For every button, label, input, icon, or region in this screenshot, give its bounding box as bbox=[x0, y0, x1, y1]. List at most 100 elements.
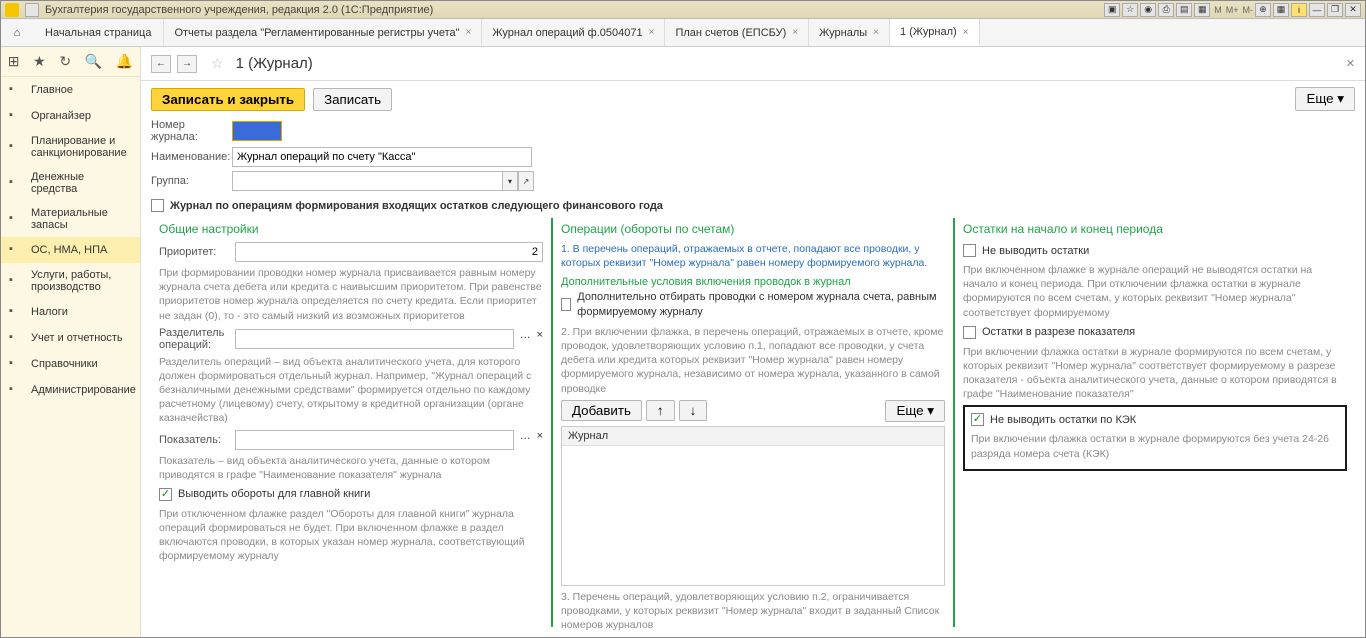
tab[interactable]: Отчеты раздела "Регламентированные регис… bbox=[164, 19, 482, 46]
sidebar-item[interactable]: ▪Учет и отчетность bbox=[1, 325, 140, 351]
back-button[interactable]: ← bbox=[151, 55, 171, 73]
close-page-icon[interactable]: ✕ bbox=[1346, 57, 1355, 70]
separator-help: Разделитель операций – вид объекта анали… bbox=[159, 355, 543, 426]
mainbook-checkbox[interactable] bbox=[159, 488, 172, 501]
separator-input[interactable] bbox=[235, 329, 514, 349]
window-title: Бухгалтерия государственного учреждения,… bbox=[45, 4, 433, 16]
ops-sub-heading: Дополнительные условия включения проводо… bbox=[561, 276, 945, 288]
balances-by-indicator-checkbox[interactable] bbox=[963, 326, 976, 339]
toolbar-btn[interactable]: ⎙ bbox=[1158, 3, 1174, 17]
move-down-button[interactable]: ↓ bbox=[679, 400, 708, 421]
tab-close-icon[interactable]: × bbox=[873, 27, 879, 38]
general-heading: Общие настройки bbox=[159, 222, 543, 236]
indicator-input[interactable] bbox=[235, 430, 514, 450]
tools-icon[interactable]: ▦ bbox=[1273, 3, 1289, 17]
toolbar-btn[interactable]: ▤ bbox=[1176, 3, 1192, 17]
tab-close-icon[interactable]: × bbox=[649, 27, 655, 38]
bell-icon[interactable]: 🔔 bbox=[116, 53, 133, 70]
star-icon[interactable]: ★ bbox=[33, 53, 46, 70]
forward-button[interactable]: → bbox=[177, 55, 197, 73]
apps-icon[interactable]: ⊞ bbox=[8, 53, 20, 70]
tab-close-icon[interactable]: × bbox=[792, 27, 798, 38]
section-icon: ▪ bbox=[9, 140, 23, 154]
start-page-tab[interactable]: Начальная страница bbox=[33, 19, 164, 46]
group-dropdown-icon[interactable]: ▾ bbox=[502, 171, 518, 191]
zoom-in-icon[interactable]: ⊕ bbox=[1255, 3, 1271, 17]
tab[interactable]: Журналы× bbox=[809, 19, 890, 46]
move-up-button[interactable]: ↑ bbox=[646, 400, 675, 421]
toolbar-btn[interactable]: ☆ bbox=[1122, 3, 1138, 17]
sidebar-item[interactable]: ▪Главное bbox=[1, 77, 140, 103]
sidebar-toolbar: ⊞ ★ ↻ 🔍 🔔 bbox=[1, 47, 140, 77]
ops-p2: 2. При включении флажка, в перечень опер… bbox=[561, 325, 945, 396]
mainbook-help: При отключенном флажке раздел "Обороты д… bbox=[159, 507, 543, 564]
sidebar-item[interactable]: ▪Органайзер bbox=[1, 103, 140, 129]
more-button[interactable]: Еще ▾ bbox=[1295, 87, 1355, 111]
separator-select-icon[interactable]: … bbox=[520, 329, 531, 349]
section-icon: ▪ bbox=[9, 243, 23, 257]
sidebar-item[interactable]: ▪Администрирование bbox=[1, 377, 140, 403]
number-label: Номер журнала: bbox=[151, 119, 226, 143]
sidebar-item[interactable]: ▪Материальные запасы bbox=[1, 201, 140, 237]
minimize-icon[interactable]: — bbox=[1309, 3, 1325, 17]
col-operations: Операции (обороты по счетам) 1. В перече… bbox=[551, 218, 953, 627]
os-titlebar: Бухгалтерия государственного учреждения,… bbox=[1, 1, 1365, 19]
sidebar-item[interactable]: ▪ОС, НМА, НПА bbox=[1, 237, 140, 263]
toolbar-btn[interactable]: ▣ bbox=[1104, 3, 1120, 17]
save-close-button[interactable]: Записать и закрыть bbox=[151, 88, 305, 111]
tab[interactable]: План счетов (ЕПСБУ)× bbox=[665, 19, 809, 46]
section-icon: ▪ bbox=[9, 331, 23, 345]
indicator-help: Показатель – вид объекта аналитического … bbox=[159, 454, 543, 482]
search-icon[interactable]: 🔍 bbox=[85, 53, 102, 70]
journal-number-input[interactable] bbox=[232, 121, 282, 141]
close-icon[interactable]: ✕ bbox=[1345, 3, 1361, 17]
priority-input[interactable] bbox=[235, 242, 543, 262]
m-minus-btn[interactable]: M- bbox=[1243, 5, 1254, 15]
add-button[interactable]: Добавить bbox=[561, 400, 642, 421]
list-more-button[interactable]: Еще ▾ bbox=[885, 400, 945, 422]
group-input[interactable] bbox=[232, 171, 502, 191]
extra-filter-checkbox[interactable] bbox=[561, 298, 571, 311]
save-button[interactable]: Записать bbox=[313, 88, 392, 111]
no-balances-checkbox[interactable] bbox=[963, 244, 976, 257]
tab-close-icon[interactable]: × bbox=[466, 27, 472, 38]
maximize-icon[interactable]: ❐ bbox=[1327, 3, 1343, 17]
favorite-icon[interactable]: ☆ bbox=[211, 55, 224, 72]
tab-close-icon[interactable]: × bbox=[963, 27, 969, 38]
menu-icon[interactable] bbox=[25, 3, 39, 17]
group-open-icon[interactable]: ↗ bbox=[518, 171, 534, 191]
sidebar-item[interactable]: ▪Услуги, работы, производство bbox=[1, 263, 140, 299]
sidebar-item[interactable]: ▪Налоги bbox=[1, 299, 140, 325]
year-journal-checkbox[interactable] bbox=[151, 199, 164, 212]
list-header: Журнал bbox=[562, 427, 944, 446]
ops-p3: 3. Перечень операций, удовлетворяющих ус… bbox=[561, 590, 945, 633]
section-icon: ▪ bbox=[9, 305, 23, 319]
section-icon: ▪ bbox=[9, 176, 23, 190]
no-kek-checkbox[interactable] bbox=[971, 413, 984, 426]
m-plus-btn[interactable]: M+ bbox=[1226, 5, 1239, 15]
journal-name-input[interactable] bbox=[232, 147, 532, 167]
indicator-select-icon[interactable]: … bbox=[520, 430, 531, 450]
section-icon: ▪ bbox=[9, 383, 23, 397]
indicator-clear-icon[interactable]: × bbox=[537, 430, 543, 450]
page-title: 1 (Журнал) bbox=[236, 55, 313, 72]
sidebar-item[interactable]: ▪Справочники bbox=[1, 351, 140, 377]
section-icon: ▪ bbox=[9, 357, 23, 371]
balances-by-indicator-label: Остатки в разрезе показателя bbox=[982, 326, 1135, 338]
history-icon[interactable]: ↻ bbox=[59, 53, 71, 70]
m-btn[interactable]: M bbox=[1214, 5, 1222, 15]
toolbar-btn[interactable]: ▦ bbox=[1194, 3, 1210, 17]
home-icon[interactable]: ⌂ bbox=[1, 19, 33, 46]
sidebar-item[interactable]: ▪Денежные средства bbox=[1, 165, 140, 201]
journals-listbox[interactable]: Журнал bbox=[561, 426, 945, 586]
tab[interactable]: Журнал операций ф.0504071× bbox=[482, 19, 665, 46]
separator-clear-icon[interactable]: × bbox=[537, 329, 543, 349]
no-kek-help: При включении флажка остатки в журнале ф… bbox=[971, 432, 1339, 460]
toolbar-btn[interactable]: ◉ bbox=[1140, 3, 1156, 17]
group-label: Группа: bbox=[151, 175, 226, 187]
separator-label: Разделитель операций: bbox=[159, 327, 229, 351]
sidebar-item[interactable]: ▪Планирование и санкционирование bbox=[1, 129, 140, 165]
info-icon[interactable]: i bbox=[1291, 3, 1307, 17]
tab[interactable]: 1 (Журнал)× bbox=[890, 19, 979, 46]
section-icon: ▪ bbox=[9, 83, 23, 97]
